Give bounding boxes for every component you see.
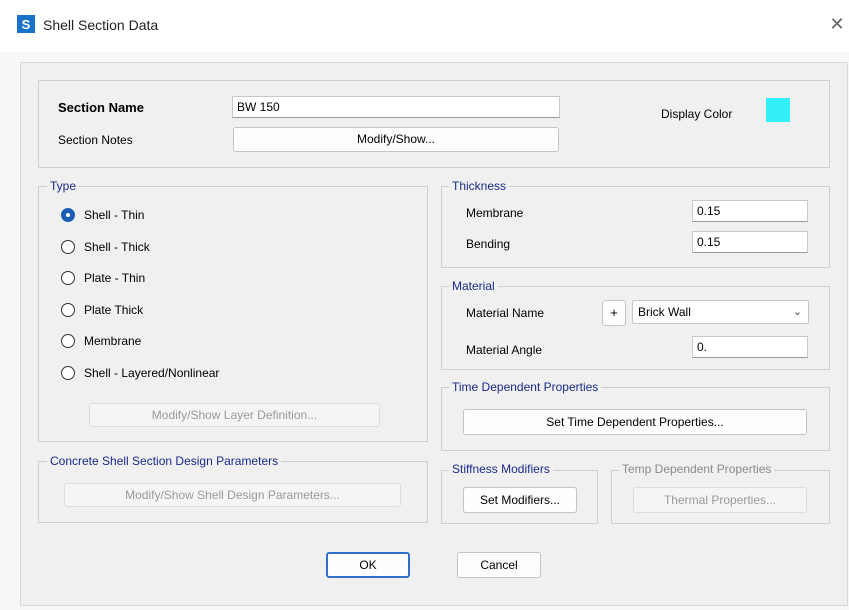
modify-layer-definition-button[interactable]: Modify/Show Layer Definition... xyxy=(89,403,380,427)
app-logo-icon: S xyxy=(17,15,35,33)
radio-label-shell-layered: Shell - Layered/Nonlinear xyxy=(84,366,220,380)
radio-label-shell-thick: Shell - Thick xyxy=(84,240,150,254)
thermal-properties-button[interactable]: Thermal Properties... xyxy=(633,487,807,513)
time-dependent-group-title: Time Dependent Properties xyxy=(449,380,602,394)
concrete-design-group-title: Concrete Shell Section Design Parameters xyxy=(47,454,282,468)
bending-thickness-input[interactable]: 0.15 xyxy=(692,231,808,253)
section-name-input[interactable]: BW 150 xyxy=(232,96,560,118)
material-name-select[interactable]: Brick Wall ⌄ xyxy=(632,300,809,324)
material-group-title: Material xyxy=(449,279,498,293)
section-name-label: Section Name xyxy=(58,100,144,115)
membrane-thickness-label: Membrane xyxy=(466,206,524,220)
set-modifiers-button[interactable]: Set Modifiers... xyxy=(463,487,577,513)
radio-plate-thin[interactable] xyxy=(61,271,75,285)
add-material-button[interactable]: + xyxy=(602,300,626,326)
set-time-dependent-button[interactable]: Set Time Dependent Properties... xyxy=(463,409,807,435)
title-bar: S Shell Section Data ✕ xyxy=(0,0,849,52)
temp-dependent-group-title: Temp Dependent Properties xyxy=(619,462,775,476)
modify-show-notes-button[interactable]: Modify/Show... xyxy=(233,127,559,152)
radio-label-shell-thin: Shell - Thin xyxy=(84,208,145,222)
radio-shell-thick[interactable] xyxy=(61,240,75,254)
radio-shell-layered[interactable] xyxy=(61,366,75,380)
radio-label-plate-thick: Plate Thick xyxy=(84,303,144,317)
material-name-value: Brick Wall xyxy=(638,305,691,319)
window-title: Shell Section Data xyxy=(43,17,159,33)
display-color-label: Display Color xyxy=(661,107,733,121)
radio-shell-thin[interactable] xyxy=(61,208,75,222)
type-group-title: Type xyxy=(47,179,80,193)
display-color-swatch[interactable] xyxy=(766,98,790,122)
thickness-group-title: Thickness xyxy=(449,179,510,193)
cancel-button[interactable]: Cancel xyxy=(457,552,541,578)
section-name-panel xyxy=(38,80,830,168)
modify-shell-design-parameters-button[interactable]: Modify/Show Shell Design Parameters... xyxy=(64,483,401,507)
material-angle-input[interactable]: 0. xyxy=(692,336,808,358)
radio-label-plate-thin: Plate - Thin xyxy=(84,271,146,285)
bending-thickness-label: Bending xyxy=(466,237,511,251)
radio-plate-thick[interactable] xyxy=(61,303,75,317)
chevron-down-icon: ⌄ xyxy=(792,306,802,318)
material-name-label: Material Name xyxy=(466,306,545,320)
section-notes-label: Section Notes xyxy=(58,133,133,147)
radio-label-membrane: Membrane xyxy=(84,334,142,348)
thickness-group xyxy=(441,186,830,268)
stiffness-modifiers-group-title: Stiffness Modifiers xyxy=(449,462,553,476)
membrane-thickness-input[interactable]: 0.15 xyxy=(692,200,808,222)
material-angle-label: Material Angle xyxy=(466,343,543,357)
close-icon[interactable]: ✕ xyxy=(827,14,847,34)
ok-button[interactable]: OK xyxy=(326,552,410,578)
radio-membrane[interactable] xyxy=(61,334,75,348)
